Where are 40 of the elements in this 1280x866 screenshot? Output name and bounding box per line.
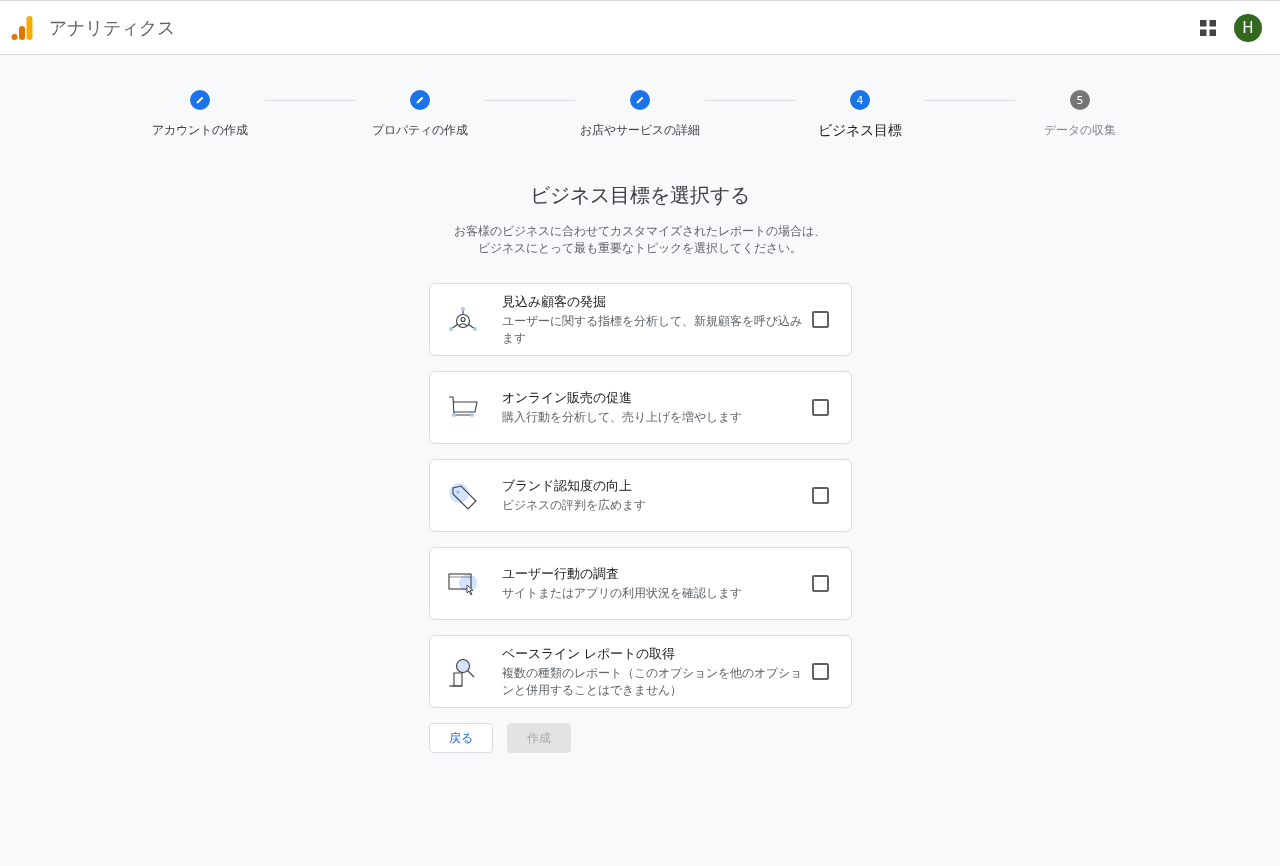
step-indicator: [410, 90, 430, 110]
option-checkbox[interactable]: [811, 663, 829, 680]
goal-option-card[interactable]: 見込み顧客の発掘 ユーザーに関する指標を分析して、新規顧客を呼び込みます: [428, 283, 852, 356]
account-avatar[interactable]: H: [1234, 13, 1262, 42]
option-description: ビジネスの評判を広めます: [501, 497, 647, 514]
back-button[interactable]: 戻る: [428, 723, 493, 753]
option-description: 複数の種類のレポート（このオプションを他のオプションと併用することはできません）: [501, 664, 802, 699]
option-checkbox[interactable]: [811, 575, 829, 592]
option-title: ベースライン レポートの取得: [501, 644, 676, 663]
option-checkbox[interactable]: [811, 399, 829, 416]
analytics-logo-icon: [11, 14, 33, 41]
option-title: 見込み顧客の発掘: [501, 292, 607, 311]
browser-cursor-icon: [447, 570, 478, 597]
page-heading: ビジネス目標を選択する: [529, 182, 751, 209]
step-label: ビジネス目標: [818, 122, 902, 140]
option-title: ブランド認知度の向上: [501, 477, 633, 495]
option-title: オンライン販売の促進: [501, 389, 633, 407]
goal-option-card[interactable]: ベースライン レポートの取得 複数の種類のレポート（このオプションを他のオプションと併用することはできません）: [428, 635, 852, 708]
person-network-icon: [447, 305, 478, 334]
option-description: サイトまたはアプリの利用状況を確認します: [501, 585, 743, 602]
step-label: お店やサービスの詳細: [580, 122, 700, 139]
goal-option-card[interactable]: オンライン販売の促進 購入行動を分析して、売り上げを増やします: [428, 371, 852, 444]
goal-option-card[interactable]: ユーザー行動の調査 サイトまたはアプリの利用状況を確認します: [428, 547, 852, 620]
option-title: ユーザー行動の調査: [501, 565, 620, 583]
option-description: 購入行動を分析して、売り上げを増やします: [501, 409, 743, 426]
option-description: ユーザーに関する指標を分析して、新規顧客を呼び込みます: [501, 312, 802, 347]
app-title: アナリティクス: [49, 15, 175, 40]
option-checkbox[interactable]: [811, 311, 829, 328]
step-label: アカウントの作成: [152, 122, 248, 139]
apps-grid-icon[interactable]: [1200, 19, 1216, 36]
step-label: データの収集: [1044, 122, 1116, 139]
option-checkbox[interactable]: [811, 487, 829, 504]
step-indicator: [190, 90, 210, 110]
step-indicator: [630, 90, 650, 110]
step-indicator: 4: [850, 90, 870, 110]
goal-option-card[interactable]: ブランド認知度の向上 ビジネスの評判を広めます: [428, 459, 852, 532]
step-indicator: 5: [1070, 90, 1090, 110]
page-description: お客様のビジネスに合わせてカスタマイズされたレポートの場合は、 ビジネスにとって最も重要なトピックを選択してください。: [453, 223, 827, 257]
step-label: プロパティの作成: [372, 122, 468, 139]
price-tag-icon: [447, 481, 478, 510]
